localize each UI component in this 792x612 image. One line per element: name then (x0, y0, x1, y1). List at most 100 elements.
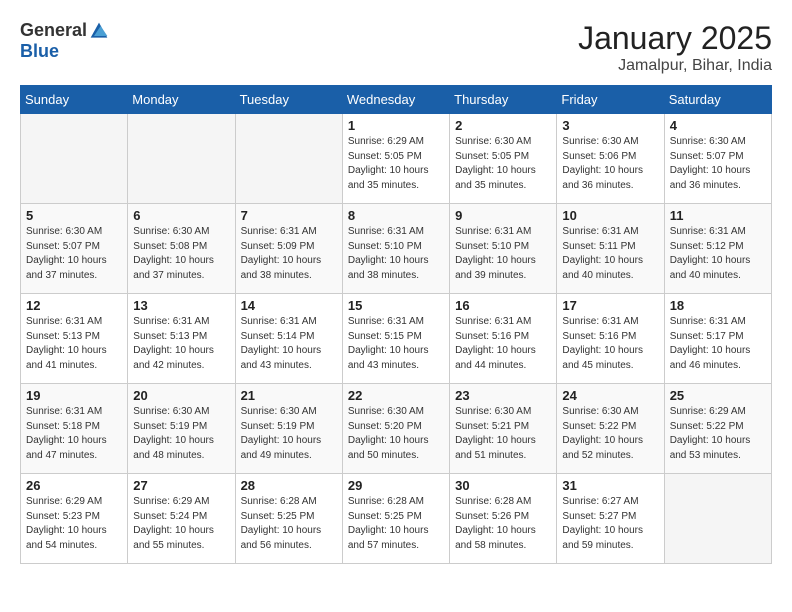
calendar-day-cell: 26 Sunrise: 6:29 AM Sunset: 5:23 PM Dayli… (21, 474, 128, 564)
title-section: January 2025 Jamalpur, Bihar, India (578, 20, 772, 75)
day-info: Sunrise: 6:31 AM Sunset: 5:10 PM Dayligh… (348, 225, 444, 283)
calendar-day-cell: 13Sunrise: 6:31 AM Sunset: 5:13 PM Dayli… (128, 294, 235, 384)
day-info: Sunrise: 6:31 AM Sunset: 5:12 PM Dayligh… (670, 225, 766, 283)
calendar-title: January 2025 (578, 20, 772, 57)
day-number: 20 (133, 388, 229, 403)
day-number: 30 (455, 478, 551, 493)
calendar-day-cell: 1 Sunrise: 6:29 AM Sunset: 5:05 PM Daylig… (342, 114, 449, 204)
calendar-subtitle: Jamalpur, Bihar, India (578, 57, 772, 75)
day-number: 8 (348, 208, 444, 223)
calendar-day-cell: 21 Sunrise: 6:30 AM Sunset: 5:19 PM Dayli… (235, 384, 342, 474)
day-info: Sunrise: 6:31 AM Sunset: 5:10 PM Dayligh… (455, 225, 551, 283)
day-number: 17 (562, 298, 658, 313)
calendar-day-cell: 25Sunrise: 6:29 AM Sunset: 5:22 PM Dayli… (664, 384, 771, 474)
day-number: 7 (241, 208, 337, 223)
day-number: 26 (26, 478, 122, 493)
day-number: 22 (348, 388, 444, 403)
logo: General Blue (20, 20, 109, 62)
day-info: Sunrise: 6:30 AM Sunset: 5:22 PM Dayligh… (562, 405, 658, 463)
day-info: Sunrise: 6:31 AM Sunset: 5:16 PM Dayligh… (562, 315, 658, 373)
calendar-day-cell: 29 Sunrise: 6:28 AM Sunset: 5:25 PM Dayli… (342, 474, 449, 564)
day-number: 27 (133, 478, 229, 493)
calendar-day-cell: 2 Sunrise: 6:30 AM Sunset: 5:05 PM Daylig… (450, 114, 557, 204)
calendar-day-cell: 27 Sunrise: 6:29 AM Sunset: 5:24 PM Dayli… (128, 474, 235, 564)
day-number: 23 (455, 388, 551, 403)
day-number: 5 (26, 208, 122, 223)
calendar-day-cell: 7 Sunrise: 6:31 AM Sunset: 5:09 PM Daylig… (235, 204, 342, 294)
calendar-day-cell: 10 Sunrise: 6:31 AM Sunset: 5:11 PM Dayli… (557, 204, 664, 294)
calendar-day-cell: 19 Sunrise: 6:31 AM Sunset: 5:18 PM Dayli… (21, 384, 128, 474)
calendar-day-cell: 3 Sunrise: 6:30 AM Sunset: 5:06 PM Daylig… (557, 114, 664, 204)
day-number: 31 (562, 478, 658, 493)
day-number: 2 (455, 118, 551, 133)
week-row: 1 Sunrise: 6:29 AM Sunset: 5:05 PM Daylig… (21, 114, 772, 204)
day-info: Sunrise: 6:31 AM Sunset: 5:16 PM Dayligh… (455, 315, 551, 373)
day-info: Sunrise: 6:30 AM Sunset: 5:19 PM Dayligh… (133, 405, 229, 463)
day-of-week-header: Monday (128, 86, 235, 114)
day-number: 15 (348, 298, 444, 313)
day-info: Sunrise: 6:30 AM Sunset: 5:06 PM Dayligh… (562, 135, 658, 193)
calendar-day-cell: 20 Sunrise: 6:30 AM Sunset: 5:19 PM Dayli… (128, 384, 235, 474)
day-info: Sunrise: 6:28 AM Sunset: 5:25 PM Dayligh… (348, 495, 444, 553)
day-number: 4 (670, 118, 766, 133)
calendar-day-cell: 24 Sunrise: 6:30 AM Sunset: 5:22 PM Dayli… (557, 384, 664, 474)
day-number: 11 (670, 208, 766, 223)
day-number: 12 (26, 298, 122, 313)
calendar-day-cell: 17 Sunrise: 6:31 AM Sunset: 5:16 PM Dayli… (557, 294, 664, 384)
day-of-week-header: Friday (557, 86, 664, 114)
day-number: 21 (241, 388, 337, 403)
day-info: Sunrise: 6:31 AM Sunset: 5:13 PM Dayligh… (26, 315, 122, 373)
calendar-day-cell: 23 Sunrise: 6:30 AM Sunset: 5:21 PM Dayli… (450, 384, 557, 474)
calendar-day-cell: 28Sunrise: 6:28 AM Sunset: 5:25 PM Dayli… (235, 474, 342, 564)
day-number: 24 (562, 388, 658, 403)
week-row: 12 Sunrise: 6:31 AM Sunset: 5:13 PM Dayli… (21, 294, 772, 384)
day-info: Sunrise: 6:28 AM Sunset: 5:26 PM Dayligh… (455, 495, 551, 553)
calendar-day-cell (128, 114, 235, 204)
day-number: 14 (241, 298, 337, 313)
day-info: Sunrise: 6:30 AM Sunset: 5:07 PM Dayligh… (26, 225, 122, 283)
day-info: Sunrise: 6:30 AM Sunset: 5:20 PM Dayligh… (348, 405, 444, 463)
day-info: Sunrise: 6:29 AM Sunset: 5:22 PM Dayligh… (670, 405, 766, 463)
calendar-day-cell: 11 Sunrise: 6:31 AM Sunset: 5:12 PM Dayli… (664, 204, 771, 294)
calendar-day-cell (21, 114, 128, 204)
day-number: 28 (241, 478, 337, 493)
day-info: Sunrise: 6:31 AM Sunset: 5:09 PM Dayligh… (241, 225, 337, 283)
day-number: 18 (670, 298, 766, 313)
calendar-day-cell: 5 Sunrise: 6:30 AM Sunset: 5:07 PM Daylig… (21, 204, 128, 294)
day-number: 6 (133, 208, 229, 223)
day-number: 16 (455, 298, 551, 313)
day-info: Sunrise: 6:31 AM Sunset: 5:11 PM Dayligh… (562, 225, 658, 283)
week-row: 19 Sunrise: 6:31 AM Sunset: 5:18 PM Dayli… (21, 384, 772, 474)
calendar-day-cell: 4 Sunrise: 6:30 AM Sunset: 5:07 PM Daylig… (664, 114, 771, 204)
calendar-day-cell (664, 474, 771, 564)
day-number: 10 (562, 208, 658, 223)
day-info: Sunrise: 6:30 AM Sunset: 5:07 PM Dayligh… (670, 135, 766, 193)
day-number: 1 (348, 118, 444, 133)
day-info: Sunrise: 6:31 AM Sunset: 5:17 PM Dayligh… (670, 315, 766, 373)
day-info: Sunrise: 6:30 AM Sunset: 5:19 PM Dayligh… (241, 405, 337, 463)
day-info: Sunrise: 6:31 AM Sunset: 5:18 PM Dayligh… (26, 405, 122, 463)
calendar-day-cell: 9Sunrise: 6:31 AM Sunset: 5:10 PM Daylig… (450, 204, 557, 294)
calendar-header-row: SundayMondayTuesdayWednesdayThursdayFrid… (21, 86, 772, 114)
calendar-day-cell: 16 Sunrise: 6:31 AM Sunset: 5:16 PM Dayli… (450, 294, 557, 384)
day-number: 3 (562, 118, 658, 133)
day-info: Sunrise: 6:27 AM Sunset: 5:27 PM Dayligh… (562, 495, 658, 553)
day-info: Sunrise: 6:30 AM Sunset: 5:21 PM Dayligh… (455, 405, 551, 463)
calendar-day-cell: 22 Sunrise: 6:30 AM Sunset: 5:20 PM Dayli… (342, 384, 449, 474)
day-info: Sunrise: 6:31 AM Sunset: 5:15 PM Dayligh… (348, 315, 444, 373)
calendar-day-cell: 30 Sunrise: 6:28 AM Sunset: 5:26 PM Dayli… (450, 474, 557, 564)
calendar-day-cell: 18 Sunrise: 6:31 AM Sunset: 5:17 PM Dayli… (664, 294, 771, 384)
day-of-week-header: Thursday (450, 86, 557, 114)
day-number: 19 (26, 388, 122, 403)
logo-general-text: General (20, 20, 87, 41)
day-info: Sunrise: 6:29 AM Sunset: 5:05 PM Dayligh… (348, 135, 444, 193)
day-info: Sunrise: 6:31 AM Sunset: 5:13 PM Dayligh… (133, 315, 229, 373)
day-info: Sunrise: 6:30 AM Sunset: 5:05 PM Dayligh… (455, 135, 551, 193)
day-number: 29 (348, 478, 444, 493)
week-row: 5 Sunrise: 6:30 AM Sunset: 5:07 PM Daylig… (21, 204, 772, 294)
calendar-day-cell: 15 Sunrise: 6:31 AM Sunset: 5:15 PM Dayli… (342, 294, 449, 384)
day-info: Sunrise: 6:29 AM Sunset: 5:23 PM Dayligh… (26, 495, 122, 553)
day-info: Sunrise: 6:29 AM Sunset: 5:24 PM Dayligh… (133, 495, 229, 553)
calendar-day-cell: 6Sunrise: 6:30 AM Sunset: 5:08 PM Daylig… (128, 204, 235, 294)
calendar-day-cell: 8 Sunrise: 6:31 AM Sunset: 5:10 PM Daylig… (342, 204, 449, 294)
